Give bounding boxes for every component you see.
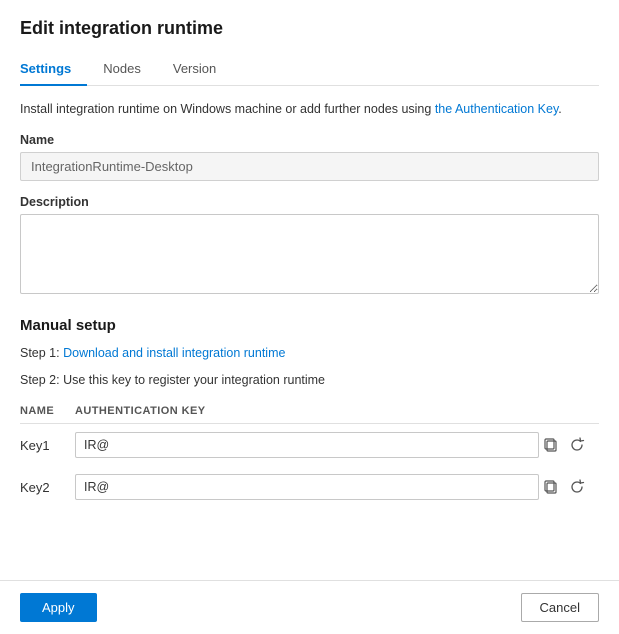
key2-refresh-button[interactable] — [565, 475, 589, 499]
description-textarea[interactable] — [20, 214, 599, 294]
tabs-row: Settings Nodes Version — [20, 53, 599, 86]
page-title: Edit integration runtime — [20, 18, 599, 39]
key2-input-cell — [75, 466, 539, 508]
step1-text: Step 1: Download and install integration… — [20, 344, 599, 363]
apply-button[interactable]: Apply — [20, 593, 97, 622]
description-label: Description — [20, 195, 599, 209]
auth-key-link[interactable]: the Authentication Key — [435, 102, 558, 116]
download-link[interactable]: Download and install integration runtime — [63, 346, 285, 360]
key1-refresh-button[interactable] — [565, 433, 589, 457]
table-row: Key2 — [20, 466, 599, 508]
keys-table: NAME AUTHENTICATION KEY Key1 — [20, 399, 599, 508]
footer-bar: Apply Cancel — [0, 580, 619, 634]
copy-icon — [543, 437, 559, 453]
key1-name: Key1 — [20, 424, 75, 467]
tab-settings[interactable]: Settings — [20, 53, 87, 86]
name-input[interactable] — [20, 152, 599, 181]
step2-text: Step 2: Use this key to register your in… — [20, 371, 599, 390]
tab-version[interactable]: Version — [173, 53, 232, 86]
key2-copy-button[interactable] — [539, 475, 563, 499]
info-text: Install integration runtime on Windows m… — [20, 100, 599, 119]
key1-actions — [539, 424, 599, 467]
manual-setup-title: Manual setup — [20, 317, 599, 334]
refresh-icon — [569, 479, 585, 495]
tab-nodes[interactable]: Nodes — [103, 53, 157, 86]
key2-actions — [539, 466, 599, 508]
col-name-header: NAME — [20, 399, 75, 424]
key2-input[interactable] — [75, 474, 539, 500]
refresh-icon — [569, 437, 585, 453]
key2-name: Key2 — [20, 466, 75, 508]
cancel-button[interactable]: Cancel — [521, 593, 599, 622]
table-row: Key1 — [20, 424, 599, 467]
key1-copy-button[interactable] — [539, 433, 563, 457]
col-authkey-header: AUTHENTICATION KEY — [75, 399, 539, 424]
step1-prefix: Step 1: — [20, 346, 63, 360]
key1-input-cell — [75, 424, 539, 467]
key1-input[interactable] — [75, 432, 539, 458]
copy-icon — [543, 479, 559, 495]
name-label: Name — [20, 133, 599, 147]
